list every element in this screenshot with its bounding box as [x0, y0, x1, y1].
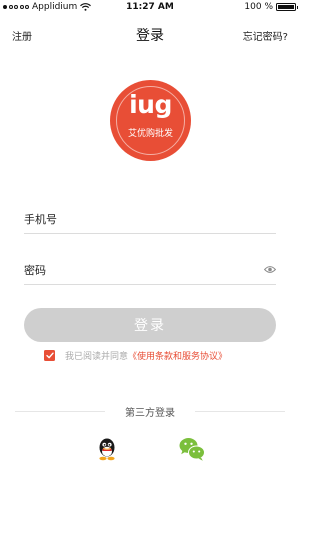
battery-percent: 100 % [244, 2, 273, 12]
terms-link[interactable]: 《使用条款和服务协议》 [128, 349, 227, 362]
phone-input[interactable] [24, 208, 244, 231]
nav-bar: 注册 登录 忘记密码? [0, 20, 300, 48]
status-bar: Applidium 11:27 AM 100 % [0, 0, 300, 14]
password-input[interactable] [24, 259, 244, 282]
logo-wordmark: iug [129, 90, 172, 119]
phone-field-row [24, 208, 276, 234]
brand-logo: iug 艾优购批发 [110, 80, 191, 161]
battery-group: 100 % [244, 2, 298, 12]
show-password-icon[interactable] [264, 265, 276, 274]
battery-icon [276, 3, 298, 11]
agree-checkbox[interactable] [44, 349, 55, 361]
qq-icon[interactable] [94, 436, 120, 462]
logo-subtitle: 艾优购批发 [127, 129, 173, 139]
agree-text: 我已阅读并同意 [65, 351, 129, 362]
password-field-row [24, 259, 276, 285]
login-button[interactable]: 登录 [24, 308, 276, 342]
forgot-password-link[interactable]: 忘记密码? [243, 28, 288, 43]
wechat-icon[interactable] [178, 436, 206, 462]
divider-line-right [195, 411, 285, 412]
agreement-row: 我已阅读并同意 《使用条款和服务协议》 [44, 348, 227, 362]
check-icon [45, 352, 54, 358]
third-party-divider: 第三方登录 [15, 404, 285, 419]
